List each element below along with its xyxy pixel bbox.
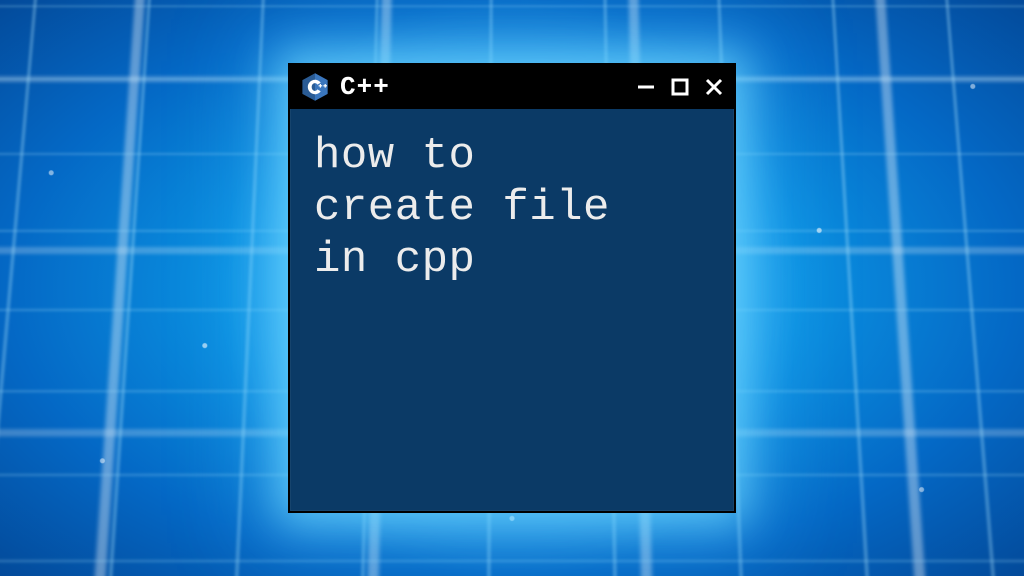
titlebar: C++ <box>290 65 734 109</box>
minimize-button[interactable] <box>634 75 658 99</box>
maximize-button[interactable] <box>668 75 692 99</box>
terminal-window: C++ how to create file in cpp <box>288 63 736 513</box>
window-controls <box>634 75 726 99</box>
window-content-text: how to create file in cpp <box>290 109 734 309</box>
close-button[interactable] <box>702 75 726 99</box>
window-title: C++ <box>340 72 390 102</box>
cpp-logo-icon <box>300 72 330 102</box>
